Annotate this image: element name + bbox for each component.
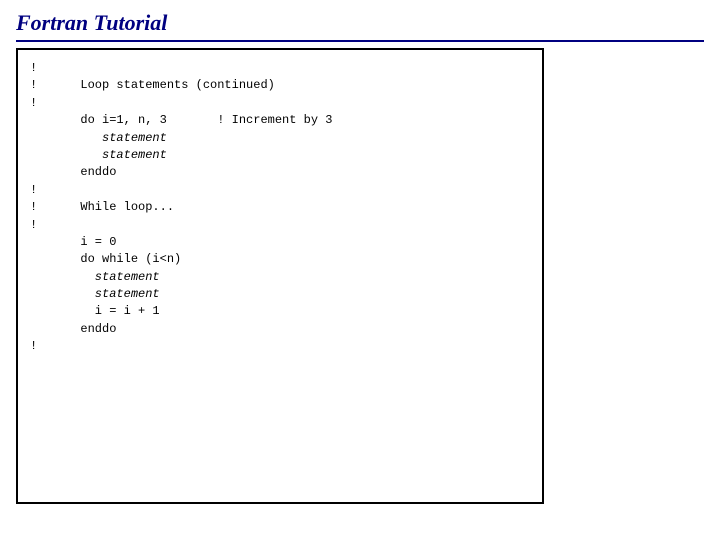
code-line: statement [30, 148, 167, 162]
code-line: enddo [30, 322, 116, 336]
code-line: statement [30, 131, 167, 145]
code-line: ! [30, 339, 37, 353]
code-listing: ! ! Loop statements (continued) ! do i=1… [30, 60, 530, 356]
code-line: ! [30, 61, 37, 75]
code-line: i = 0 [30, 235, 116, 249]
code-line: ! While loop... [30, 200, 174, 214]
code-panel: ! ! Loop statements (continued) ! do i=1… [16, 48, 544, 504]
code-line: statement [30, 270, 160, 284]
code-line: ! [30, 183, 37, 197]
code-line: ! Loop statements (continued) [30, 78, 275, 92]
code-line: do while (i<n) [30, 252, 181, 266]
code-line: ! [30, 96, 37, 110]
title-rule [16, 40, 704, 42]
code-line: enddo [30, 165, 116, 179]
code-line: i = i + 1 [30, 304, 160, 318]
code-line: ! [30, 218, 37, 232]
code-line: do i=1, n, 3 ! Increment by 3 [30, 113, 332, 127]
code-line: statement [30, 287, 160, 301]
page-title: Fortran Tutorial [16, 10, 704, 36]
